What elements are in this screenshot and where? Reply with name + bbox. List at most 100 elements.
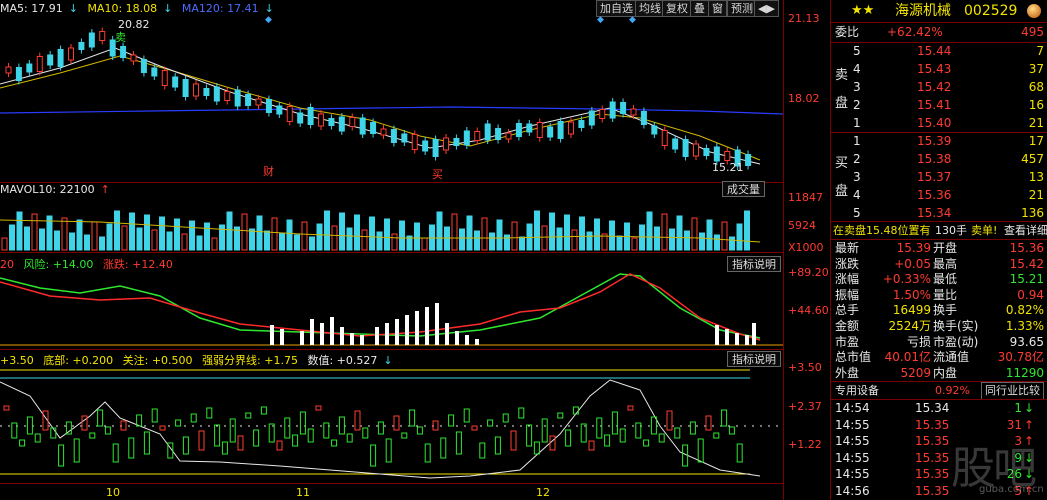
volume-bar (301, 221, 308, 251)
indicator-bar (435, 303, 439, 345)
ind1-axis-label: +89.20 (788, 266, 829, 279)
bid-level-row[interactable]: 1 15.39 17 (831, 133, 1047, 150)
indicator-bar (518, 407, 525, 419)
indicator-bar (650, 416, 657, 435)
candle-body (620, 102, 627, 114)
indicator-bar (526, 424, 533, 447)
ma-line-button[interactable]: 均线 (635, 0, 665, 17)
candle-body (474, 131, 481, 141)
volume-bar (699, 232, 705, 251)
stat-value: 93.65 (1009, 334, 1044, 349)
stat-key: 开盘 (933, 241, 958, 255)
stat-value: 15.21 (1009, 272, 1044, 287)
candle-body (47, 54, 54, 66)
stat-key: 最高 (933, 256, 958, 271)
forecast-button[interactable]: 预测 (727, 0, 757, 17)
indicator-bar (416, 426, 423, 435)
stock-logo-icon[interactable] (1027, 4, 1041, 18)
indicator-bar (619, 428, 626, 443)
adjust-button[interactable]: 复权 (662, 0, 692, 17)
indicator-bar (81, 415, 88, 431)
indicator-bar (229, 418, 236, 443)
indicator-bar (350, 333, 354, 345)
indicator-bar (214, 424, 221, 447)
volume-bar (496, 219, 503, 251)
volume-bar (331, 225, 338, 251)
stat-key: 最新 (835, 241, 860, 255)
volume-bar (541, 225, 548, 251)
bid-level-row[interactable]: 4 15.36 21 (831, 187, 1047, 204)
toggle-arrows-button[interactable]: ◀▶ (754, 0, 779, 17)
indicator-bar (635, 422, 642, 439)
notice-detail-link[interactable]: 查看详细 (1004, 222, 1047, 239)
volume-bar (736, 223, 743, 251)
month-label: 11 (296, 486, 310, 499)
window-button[interactable]: 窗 (708, 0, 727, 17)
indicator-bar (58, 444, 65, 467)
volume-axis-label: 11847 (788, 191, 823, 204)
kline-chart-area[interactable]: MA5: 17.91 ↓ MA10: 18.08 ↓ MA120: 17.41 ↓ 加… (0, 0, 830, 500)
candle-body (380, 128, 387, 136)
indicator-bar (159, 425, 166, 431)
volume-bar (459, 228, 465, 251)
bid-level-row[interactable]: 2 15.38 457 (831, 151, 1047, 168)
ask-level-row[interactable]: 4 15.43 37 (831, 61, 1047, 78)
ask-level-row[interactable]: 5 15.44 7 (831, 43, 1047, 60)
volume-bar (691, 217, 698, 251)
indicator-bar (393, 415, 400, 431)
volume-bar (346, 227, 353, 251)
industry-row: 专用设备 0.92% 同行业比较 (831, 382, 1047, 400)
big-order-notice[interactable]: 在卖盘15.48位置有 130手 卖单! 查看详细 (831, 222, 1047, 239)
volume-bar (571, 229, 578, 251)
ask-level-row[interactable]: 1 15.40 21 (831, 115, 1047, 132)
volume-bar (549, 212, 555, 251)
stat-key: 涨跌 (835, 256, 860, 271)
tick-time: 14:55 (835, 434, 870, 449)
volume-selector[interactable]: 成交量 (722, 181, 765, 197)
indicator-bar (280, 329, 284, 345)
volume-bar (474, 230, 480, 251)
candle-body (193, 83, 199, 97)
industry-compare-button[interactable]: 同行业比较 (981, 382, 1044, 400)
volume-bar (189, 220, 195, 251)
grid-line (0, 252, 783, 253)
overlay-button[interactable]: 叠 (690, 0, 709, 17)
candle-body (349, 117, 356, 127)
stat-key: 总手 (835, 303, 860, 318)
stat-value: +0.33% (882, 272, 931, 287)
indicator-bar (206, 407, 213, 419)
stock-header: ★★ 海源机械 002529 (831, 1, 1047, 21)
ask-level-row[interactable]: 2 15.41 16 (831, 97, 1047, 114)
level-number: 3 (853, 80, 861, 94)
price-axis-label: 18.02 (788, 92, 820, 105)
industry-pct: 0.92% (935, 384, 970, 397)
volume-bar (309, 236, 315, 251)
weibi-diff: 495 (1021, 25, 1044, 39)
quote-stat-row: 涨幅 +0.33% 最低 15.21 (831, 271, 1047, 287)
volume-bar (114, 210, 120, 251)
volume-bar (414, 222, 420, 251)
month-label: 12 (536, 486, 550, 499)
candle-body (505, 132, 512, 140)
indicator-help-button-2[interactable]: 指标说明 (727, 351, 781, 367)
volume-bar (661, 213, 668, 251)
volume-bar (84, 234, 90, 251)
volume-bar (54, 230, 60, 251)
level-price: 15.43 (917, 62, 952, 76)
stat-key: 流通值 (933, 350, 970, 365)
indicator-bar (666, 410, 673, 431)
volume-bar (151, 229, 158, 251)
ask-level-row[interactable]: 3 15.42 68 (831, 79, 1047, 96)
stat-value: 15.36 (1009, 241, 1044, 255)
month-label: 10 (106, 486, 120, 499)
bid-level-row[interactable]: 3 15.37 13 (831, 169, 1047, 186)
stat-value: 16499 (892, 303, 931, 318)
indicator-bar (424, 443, 431, 463)
quote-stat-row: 最新 15.39 开盘 15.36 (831, 240, 1047, 256)
arrow-down-icon: ↓ (264, 2, 274, 15)
volume-bar (264, 230, 270, 251)
favorite-star-icon[interactable]: ★★ (851, 1, 874, 21)
grid-line (0, 483, 783, 484)
bid-level-row[interactable]: 5 15.34 136 (831, 205, 1047, 222)
candle-body (297, 112, 304, 124)
